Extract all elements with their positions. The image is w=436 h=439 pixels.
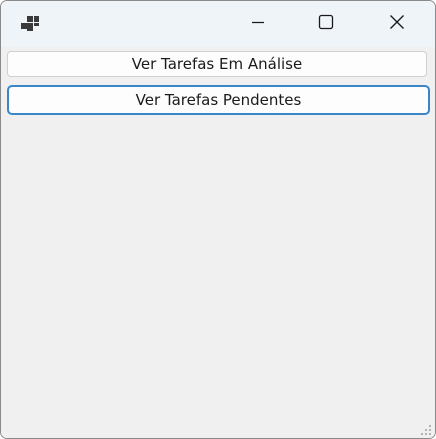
resize-grip-icon[interactable] xyxy=(420,423,432,435)
maximize-button[interactable] xyxy=(303,1,349,47)
close-icon xyxy=(389,14,405,35)
app-window: Ver Tarefas Em Análise Ver Tarefas Pende… xyxy=(0,0,436,439)
minimize-button[interactable] xyxy=(235,1,281,47)
close-button[interactable] xyxy=(374,1,420,47)
maximize-icon xyxy=(318,14,334,35)
minimize-icon xyxy=(251,15,265,34)
ver-tarefas-pendentes-button[interactable]: Ver Tarefas Pendentes xyxy=(7,85,430,115)
client-area: Ver Tarefas Em Análise Ver Tarefas Pende… xyxy=(1,47,435,438)
app-windows-icon xyxy=(20,15,40,33)
title-bar[interactable] xyxy=(1,1,435,47)
ver-tarefas-em-analise-button[interactable]: Ver Tarefas Em Análise xyxy=(7,51,427,77)
